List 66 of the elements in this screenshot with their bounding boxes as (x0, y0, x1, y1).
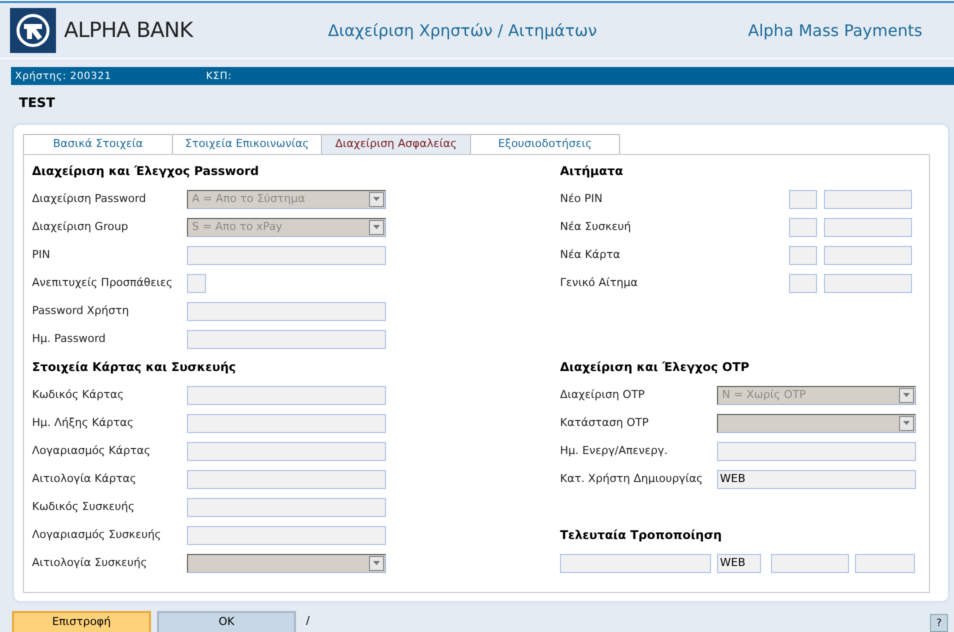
field-label: Αιτιολογία Συσκευής (32, 554, 148, 571)
section-title: Διαχείριση και Έλεγχος Password (32, 163, 259, 180)
section-title: Τελευταία Τροποποίηση (560, 527, 722, 544)
field-label: Γενικό Αίτημα (560, 274, 639, 291)
page-title: TEST (19, 95, 55, 114)
input-field[interactable] (824, 274, 912, 292)
input-field[interactable] (789, 246, 817, 264)
input-field[interactable] (855, 554, 915, 572)
bank-name: ALPHA BANK (64, 16, 194, 44)
section-title: Διαχείριση και Έλεγχος OTP (560, 359, 750, 376)
input-field[interactable] (789, 190, 817, 208)
field-label: Λογαριασμός Κάρτας (32, 442, 152, 459)
input-field[interactable] (789, 274, 817, 292)
input-field[interactable] (824, 218, 912, 236)
field-label: Κωδικός Συσκευής (32, 498, 136, 515)
separator-text: / (306, 612, 310, 628)
page-header-title: Διαχείριση Χρηστών / Αιτημάτων (328, 20, 598, 42)
logo-icon (10, 8, 56, 53)
input-field[interactable] (187, 330, 386, 348)
input-field[interactable] (187, 526, 386, 544)
field-label: Νέα Συσκευή (560, 218, 632, 235)
field-label: Λογαριασμός Συσκευής (32, 526, 162, 543)
field-label: Ημ. Ενεργ/Απενεργ. (560, 442, 669, 459)
tab[interactable]: Διαχείριση Ασφαλείας (321, 134, 471, 154)
field-label: Ημ. Password (32, 330, 107, 347)
input-field[interactable] (187, 470, 386, 488)
input-field[interactable] (187, 302, 386, 320)
input-field[interactable] (717, 442, 916, 460)
back-button[interactable]: Επιστροφή (12, 611, 151, 632)
field-label: Ανεπιτυχείς Προσπάθειες (32, 274, 174, 291)
input-field[interactable] (187, 274, 206, 292)
field-label: Κατ. Χρήστη Δημιουργίας (560, 470, 704, 487)
input-field[interactable] (187, 386, 386, 404)
input-field[interactable] (824, 246, 912, 264)
input-field[interactable] (187, 414, 386, 432)
info-text: ΚΣΠ: (206, 70, 232, 84)
field-label: Νέο PIN (560, 190, 604, 207)
tab[interactable]: Βασικά Στοιχεία (23, 134, 173, 154)
field-label: Ημ. Λήξης Κάρτας (32, 414, 135, 431)
dropdown[interactable] (717, 414, 916, 432)
input-field[interactable] (824, 190, 912, 208)
help-button[interactable]: ? (930, 614, 948, 632)
info-text: Χρήστης: 200321 (15, 70, 112, 84)
ok-button[interactable]: OK (157, 611, 296, 632)
field-label: Password Χρήστη (32, 302, 130, 319)
app-name: Alpha Mass Payments (748, 20, 922, 42)
input-field[interactable] (187, 246, 386, 264)
field-label: Διαχείριση OTP (560, 386, 646, 403)
input-field[interactable] (187, 498, 386, 516)
field-label: Διαχείριση Password (32, 190, 148, 207)
input-field[interactable] (789, 218, 817, 236)
field-label: Αιτιολογία Κάρτας (32, 470, 138, 487)
input-field[interactable]: WEB (717, 470, 916, 488)
field-label: Κωδικός Κάρτας (32, 386, 125, 403)
dropdown[interactable] (187, 554, 386, 572)
field-label: PIN (32, 246, 52, 263)
field-label: Κατάσταση OTP (560, 414, 650, 431)
input-field[interactable] (187, 442, 386, 460)
section-title: Αιτήματα (560, 163, 624, 180)
input-field[interactable] (771, 554, 849, 572)
field-label: Νέα Κάρτα (560, 246, 622, 263)
field-label: Διαχείριση Group (32, 218, 130, 235)
section-title: Στοιχεία Κάρτας και Συσκευής (32, 359, 236, 376)
tab[interactable]: Εξουσιοδοτήσεις (470, 134, 620, 154)
input-field[interactable] (560, 554, 711, 572)
input-field[interactable]: WEB (717, 554, 761, 572)
